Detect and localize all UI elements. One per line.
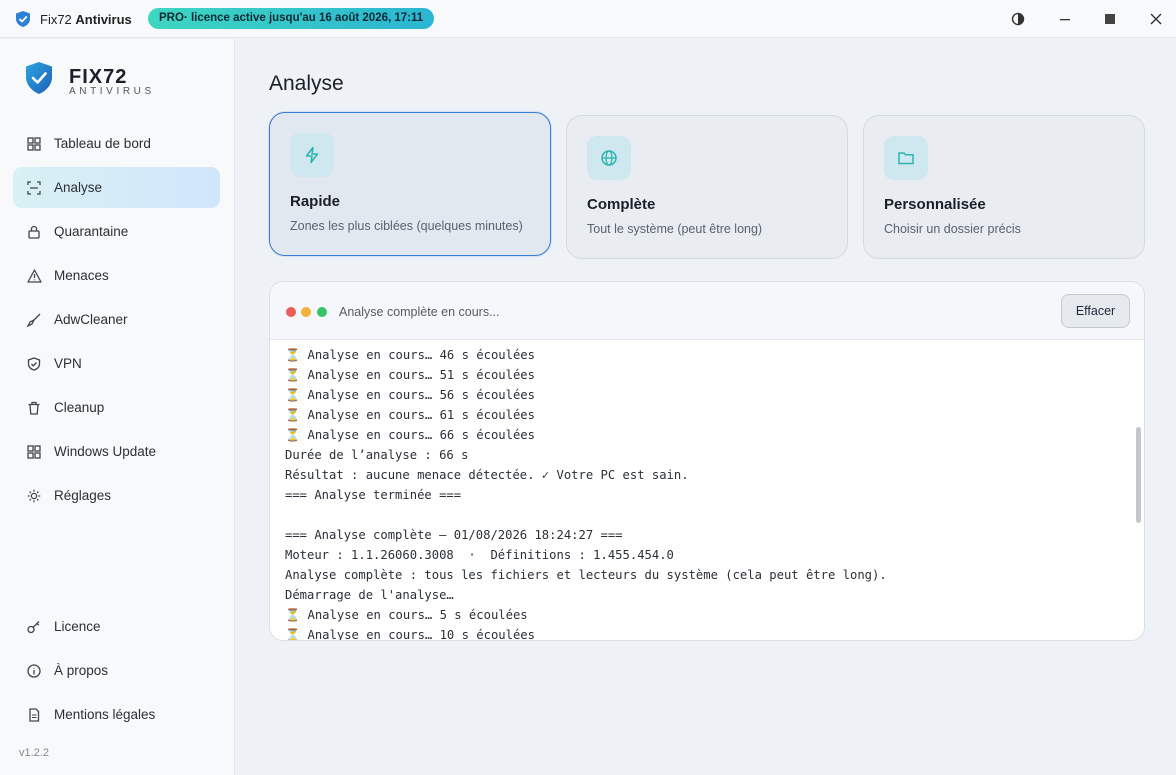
title-bar: Fix72 Antivirus PRO· licence active jusq… <box>0 0 1176 38</box>
card-description: Zones les plus ciblées (quelques minutes… <box>290 219 523 233</box>
scan-card-rapide[interactable]: Rapide Zones les plus ciblées (quelques … <box>269 112 551 256</box>
sidebar-item-label: Menaces <box>54 268 109 283</box>
sidebar-item-label: Windows Update <box>54 444 157 459</box>
gear-icon <box>26 488 42 504</box>
lock-icon <box>26 224 42 240</box>
maximize-icon[interactable] <box>1097 6 1123 32</box>
brand-subtitle: ANTIVIRUS <box>69 86 155 97</box>
console-scrollbar[interactable] <box>1136 427 1141 523</box>
sidebar-item-label: VPN <box>54 356 82 371</box>
console-status: Analyse complète en cours... <box>339 305 500 319</box>
red-dot-icon <box>286 307 296 317</box>
card-title: Complète <box>587 196 656 213</box>
app-logo-icon <box>16 11 30 27</box>
globe-icon <box>587 136 631 180</box>
log-line: Résultat : aucune menace détectée. ✓ Vot… <box>285 468 689 482</box>
sidebar-item-label: Mentions légales <box>54 707 156 722</box>
app-title: Fix72 Antivirus <box>40 12 132 27</box>
log-line: ⏳ Analyse en cours… 61 s écoulées <box>285 408 535 422</box>
sidebar-item-windows-update[interactable]: Windows Update <box>13 431 220 472</box>
sidebar-item-quarantaine[interactable]: Quarantaine <box>13 211 220 252</box>
sidebar-item-cleanup[interactable]: Cleanup <box>13 387 220 428</box>
log-line: Moteur : 1.1.26060.3008 · Définitions : … <box>285 548 674 562</box>
sidebar-item-dashboard[interactable]: Tableau de bord <box>13 123 220 164</box>
sidebar: FIX72 ANTIVIRUS Tableau de bord Analyse … <box>0 39 235 775</box>
info-icon <box>26 663 42 679</box>
log-line: === Analyse complète — 01/08/2026 18:24:… <box>285 528 623 542</box>
key-icon <box>26 619 42 635</box>
sidebar-item-label: Tableau de bord <box>54 136 151 151</box>
log-line: Analyse complète : tous les fichiers et … <box>285 568 887 582</box>
windows-icon <box>26 444 42 460</box>
log-line: Démarrage de l'analyse… <box>285 588 454 602</box>
log-line: ⏳ Analyse en cours… 10 s écoulées <box>285 628 535 641</box>
sidebar-item-label: Quarantaine <box>54 224 129 239</box>
trash-icon <box>26 400 42 416</box>
shield-icon <box>26 356 42 372</box>
yellow-dot-icon <box>301 307 311 317</box>
sidebar-item-label: À propos <box>54 663 109 678</box>
sidebar-item-label: AdwCleaner <box>54 312 128 327</box>
console-log[interactable]: ⏳ Analyse en cours… 46 s écoulées ⏳ Anal… <box>270 341 1130 641</box>
card-description: Tout le système (peut être long) <box>587 222 763 236</box>
dashboard-icon <box>26 136 42 152</box>
scan-card-complete[interactable]: Complète Tout le système (peut être long… <box>566 115 848 259</box>
card-description: Choisir un dossier précis <box>884 222 1021 236</box>
sidebar-item-a-propos[interactable]: À propos <box>13 650 220 691</box>
log-line: Durée de l’analyse : 66 s <box>285 448 469 462</box>
app-version: v1.2.2 <box>19 747 49 759</box>
green-dot-icon <box>317 307 327 317</box>
log-line: ⏳ Analyse en cours… 51 s écoulées <box>285 368 535 382</box>
sidebar-item-analyse[interactable]: Analyse <box>13 167 220 208</box>
log-line: ⏳ Analyse en cours… 46 s écoulées <box>285 348 535 362</box>
sidebar-item-label: Licence <box>54 619 101 634</box>
log-line: ⏳ Analyse en cours… 66 s écoulées <box>285 428 535 442</box>
close-icon[interactable] <box>1143 6 1169 32</box>
sidebar-item-label: Analyse <box>54 180 103 195</box>
log-line: === Analyse terminée === <box>285 488 462 502</box>
license-badge: PRO· licence active jusqu'au 16 août 202… <box>148 8 435 29</box>
card-title: Personnalisée <box>884 196 986 213</box>
scan-console: Analyse complète en cours... Effacer ⏳ A… <box>269 281 1145 641</box>
card-title: Rapide <box>290 193 341 210</box>
minimize-icon[interactable] <box>1052 6 1078 32</box>
sidebar-item-vpn[interactable]: VPN <box>13 343 220 384</box>
page-title: Analyse <box>269 72 344 95</box>
sidebar-item-label: Réglages <box>54 488 112 503</box>
brand-shield-icon <box>26 62 52 94</box>
lightning-icon <box>290 133 334 177</box>
sidebar-item-licence[interactable]: Licence <box>13 606 220 647</box>
log-line: ⏳ Analyse en cours… 5 s écoulées <box>285 608 528 622</box>
log-line: ⏳ Analyse en cours… 56 s écoulées <box>285 388 535 402</box>
sidebar-item-reglages[interactable]: Réglages <box>13 475 220 516</box>
sidebar-item-adwcleaner[interactable]: AdwCleaner <box>13 299 220 340</box>
console-header: Analyse complète en cours... Effacer <box>270 282 1144 340</box>
theme-toggle-icon[interactable] <box>1005 6 1031 32</box>
scan-card-personnalisee[interactable]: Personnalisée Choisir un dossier précis <box>863 115 1145 259</box>
document-icon <box>26 707 42 723</box>
clear-button[interactable]: Effacer <box>1061 294 1130 328</box>
warning-icon <box>26 268 42 284</box>
sidebar-item-mentions-legales[interactable]: Mentions légales <box>13 694 220 735</box>
folder-icon <box>884 136 928 180</box>
broom-icon <box>26 312 42 328</box>
sidebar-item-menaces[interactable]: Menaces <box>13 255 220 296</box>
scan-icon <box>26 180 42 196</box>
sidebar-item-label: Cleanup <box>54 400 105 415</box>
